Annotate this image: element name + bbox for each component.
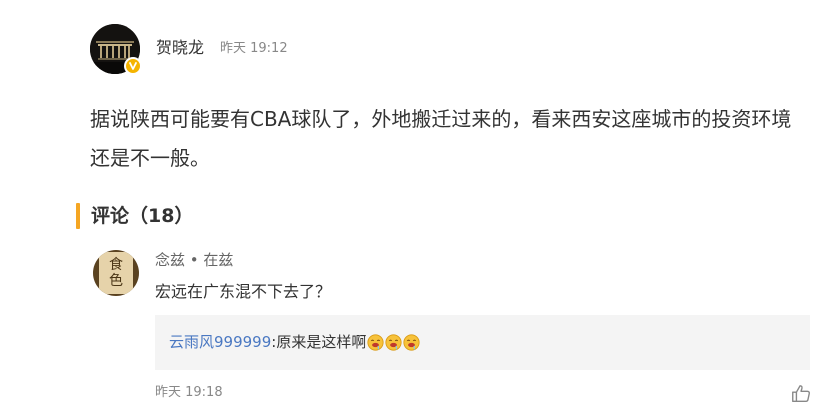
- comments-accent-bar: [76, 203, 80, 229]
- reply-user-link[interactable]: 云雨风999999: [169, 331, 271, 353]
- avatar-text-block: 食 色: [99, 252, 133, 294]
- thumbs-up-icon[interactable]: [790, 383, 812, 405]
- avatar-char: 食: [109, 257, 123, 273]
- verified-badge-icon: [124, 57, 142, 75]
- reply-text: 原来是这样啊: [276, 333, 367, 351]
- comment-text: 宏远在广东混不下去了？: [155, 282, 332, 301]
- drooling-face-emoji-icon: [367, 333, 384, 351]
- drooling-face-emoji-icon: [403, 333, 420, 351]
- post-text: 据说陕西可能要有CBA球队了，外地搬迁过来的，看来西安这座城市的投资环境还是不一…: [90, 107, 792, 170]
- comment-time: 昨天 19:18: [155, 385, 223, 400]
- post-time: 昨天 19:12: [220, 41, 288, 56]
- reply-line: 云雨风999999 : 原来是这样啊: [169, 331, 420, 353]
- avatar-char: 色: [109, 273, 123, 289]
- drooling-face-emoji-icon: [385, 333, 402, 351]
- commenter-avatar[interactable]: 食 色: [93, 250, 139, 296]
- reply-box: 云雨风999999 : 原来是这样啊: [155, 315, 810, 370]
- comments-title: 评论（18）: [91, 205, 194, 227]
- commenter-name[interactable]: 念兹 • 在兹: [155, 250, 233, 270]
- author-name[interactable]: 贺晓龙: [156, 38, 204, 58]
